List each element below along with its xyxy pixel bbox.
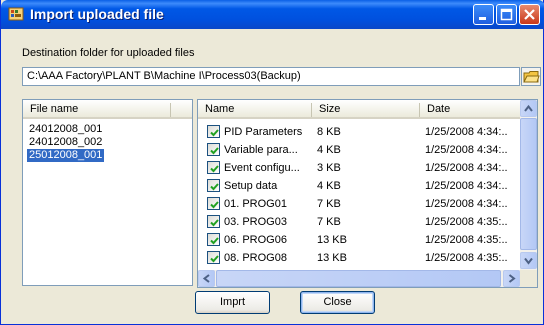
window-title: Import uploaded file [30, 6, 164, 22]
row-date: 1/25/2008 4:34:.. [425, 162, 508, 174]
row-size: 3 KB [317, 162, 341, 174]
checkbox[interactable] [207, 179, 220, 192]
table-row[interactable]: 01. PROG01 7 KB 1/25/2008 4:34:.. [198, 195, 519, 213]
name-header-label: Name [205, 103, 235, 115]
arrow-right-icon [508, 274, 516, 283]
table-row[interactable]: Variable para... 4 KB 1/25/2008 4:34:.. [198, 141, 519, 159]
destination-path-field[interactable]: C:\AAA Factory\PLANT B\Machine I\Process… [22, 67, 520, 86]
name-column-header[interactable]: Name [198, 100, 312, 119]
horizontal-scrollbar[interactable] [198, 270, 520, 287]
row-date: 1/25/2008 4:34:.. [425, 144, 508, 156]
row-size: 4 KB [317, 144, 341, 156]
table-row[interactable]: 08. PROG08 13 KB 1/25/2008 4:35:.. [198, 249, 519, 267]
minimize-icon [479, 17, 486, 20]
row-name: Variable para... [224, 144, 298, 156]
close-icon [524, 9, 535, 20]
row-size: 8 KB [317, 126, 341, 138]
scroll-down-button[interactable] [520, 252, 537, 269]
title-bar[interactable]: Import uploaded file [1, 0, 544, 29]
folder-browse-icon [523, 71, 540, 83]
size-column-header[interactable]: Size [312, 100, 420, 119]
list-item[interactable]: 24012008_001 [27, 123, 104, 136]
row-size: 13 KB [317, 234, 347, 246]
checkmark-icon [210, 165, 219, 173]
arrow-left-icon [202, 274, 210, 283]
scroll-right-button[interactable] [503, 270, 520, 287]
checkbox[interactable] [207, 161, 220, 174]
row-date: 1/25/2008 4:35:.. [425, 234, 508, 246]
date-header-label: Date [427, 103, 451, 115]
arrow-down-icon [524, 257, 533, 265]
row-size: 13 KB [317, 252, 347, 264]
row-date: 1/25/2008 4:35:.. [425, 252, 508, 264]
row-date: 1/25/2008 4:34:.. [425, 126, 508, 138]
list-item[interactable]: 24012008_002 [27, 136, 104, 149]
checkbox[interactable] [207, 125, 220, 138]
row-name: 03. PROG03 [224, 216, 287, 228]
row-date: 1/25/2008 4:35:.. [425, 216, 508, 228]
checkmark-icon [210, 183, 219, 191]
column-divider [170, 103, 171, 117]
row-name: 08. PROG08 [224, 252, 287, 264]
file-name-list[interactable]: File name 24012008_001 24012008_002 2501… [22, 99, 193, 286]
row-name: Event configu... [224, 162, 300, 174]
checkmark-icon [210, 237, 219, 245]
checkmark-icon [210, 201, 219, 209]
row-size: 7 KB [317, 216, 341, 228]
import-file-icon [8, 6, 24, 22]
table-row[interactable]: Event configu... 3 KB 1/25/2008 4:34:.. [198, 159, 519, 177]
checkbox[interactable] [207, 197, 220, 210]
checkmark-icon [210, 255, 219, 263]
horizontal-scroll-thumb[interactable] [216, 270, 501, 287]
date-column-header[interactable]: Date [420, 100, 520, 119]
browse-folder-button[interactable] [521, 67, 541, 86]
minimize-button[interactable] [473, 4, 494, 25]
checkbox[interactable] [207, 233, 220, 246]
row-name: Setup data [224, 180, 278, 192]
column-divider [419, 103, 420, 117]
checkbox[interactable] [207, 251, 220, 264]
row-name: PID Parameters [224, 126, 303, 138]
checkmark-icon [210, 129, 219, 137]
vertical-scrollbar[interactable] [520, 100, 537, 270]
maximize-icon [500, 8, 513, 21]
table-row[interactable]: 06. PROG06 13 KB 1/25/2008 4:35:.. [198, 231, 519, 249]
table-row[interactable]: Setup data 4 KB 1/25/2008 4:34:.. [198, 177, 519, 195]
destination-label: Destination folder for uploaded files [22, 47, 195, 59]
table-row[interactable]: PID Parameters 8 KB 1/25/2008 4:34:.. [198, 123, 519, 141]
file-contents-list[interactable]: Name Size Date PID Parameters 8 KB 1/25/… [197, 99, 538, 288]
row-name: 06. PROG06 [224, 234, 287, 246]
close-button[interactable]: Close [300, 291, 375, 314]
row-name: 01. PROG01 [224, 198, 287, 210]
column-divider [311, 103, 312, 117]
file-name-header-label: File name [30, 103, 79, 115]
scroll-left-button[interactable] [198, 270, 215, 287]
row-date: 1/25/2008 4:34:.. [425, 198, 508, 210]
list-item-selected[interactable]: 25012008_001 [27, 149, 105, 162]
size-header-label: Size [319, 103, 341, 115]
scrollbar-corner [520, 270, 537, 287]
import-button[interactable]: Imprt [195, 291, 270, 314]
row-date: 1/25/2008 4:34:.. [425, 180, 508, 192]
import-dialog: Import uploaded file Destination folder … [0, 0, 544, 325]
checkmark-icon [210, 147, 219, 155]
close-window-button[interactable] [519, 4, 540, 25]
checkmark-icon [210, 219, 219, 227]
checkbox[interactable] [207, 143, 220, 156]
arrow-up-icon [524, 104, 533, 112]
scroll-up-button[interactable] [520, 100, 537, 117]
row-size: 4 KB [317, 180, 341, 192]
vertical-scroll-thumb[interactable] [520, 118, 537, 250]
checkbox[interactable] [207, 215, 220, 228]
row-size: 7 KB [317, 198, 341, 210]
file-name-column-header[interactable]: File name [23, 100, 192, 119]
maximize-button[interactable] [496, 4, 517, 25]
table-row[interactable]: 03. PROG03 7 KB 1/25/2008 4:35:.. [198, 213, 519, 231]
